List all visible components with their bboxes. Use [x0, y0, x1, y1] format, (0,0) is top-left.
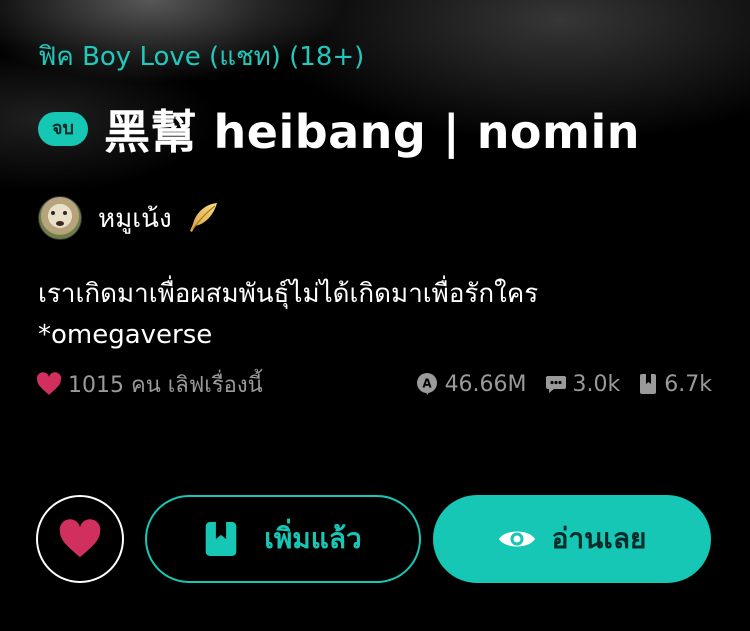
library-button-label: เพิ่มแล้ว	[264, 522, 362, 555]
heart-icon	[36, 372, 62, 395]
likes-stat: 1015 คน เลิฟเรื่องนี้	[36, 367, 263, 402]
bookmark-icon	[205, 522, 237, 556]
story-title: 黑幫 heibang | nomin	[103, 105, 640, 159]
story-category[interactable]: ฟิค Boy Love (แชท) (18+)	[38, 36, 364, 77]
comments-count: 3.0k	[572, 371, 621, 397]
views-count: 46.66M	[444, 371, 527, 397]
author-name[interactable]: หมูเน้ง	[98, 198, 172, 239]
views-icon: A	[416, 373, 437, 395]
library-stat: 6.7k	[638, 372, 712, 397]
read-button-label: อ่านเลย	[551, 522, 647, 555]
bookmark-icon	[640, 374, 657, 394]
svg-text:A: A	[422, 377, 432, 391]
description-line: เราเกิดมาเพื่อผสมพันธุ์ไม่ได้เกิดมาเพื่อ…	[38, 279, 539, 309]
eye-icon	[498, 531, 535, 547]
heart-icon	[59, 519, 101, 558]
title-row: จบ 黑幫 heibang | nomin	[38, 96, 640, 162]
stats-counters: A 46.66M 3.0k 6.7k	[397, 372, 712, 397]
feather-icon	[184, 200, 220, 236]
action-buttons: เพิ่มแล้ว อ่านเลย	[36, 495, 712, 583]
comments-stat: 3.0k	[545, 371, 621, 397]
stats-row: 1015 คน เลิฟเรื่องนี้ A 46.66M 3.0k 6.7k	[36, 368, 712, 400]
likes-count: 1015 คน เลิฟเรื่องนี้	[68, 372, 263, 398]
add-to-library-button[interactable]: เพิ่มแล้ว	[145, 495, 421, 583]
like-button[interactable]	[36, 495, 124, 583]
story-description: เราเกิดมาเพื่อผสมพันธุ์ไม่ได้เกิดมาเพื่อ…	[38, 274, 718, 356]
description-tag: *omegaverse	[38, 320, 213, 350]
library-count: 6.7k	[664, 371, 712, 397]
author-avatar[interactable]	[38, 196, 82, 240]
comment-icon	[545, 376, 566, 393]
read-now-button[interactable]: อ่านเลย	[433, 495, 711, 583]
status-badge: จบ	[38, 112, 88, 146]
story-header: ฟิค Boy Love (แชท) (18+) จบ 黑幫 heibang |…	[0, 0, 750, 631]
author-row[interactable]: หมูเน้ง	[38, 196, 220, 240]
views-stat: A 46.66M	[415, 372, 527, 397]
